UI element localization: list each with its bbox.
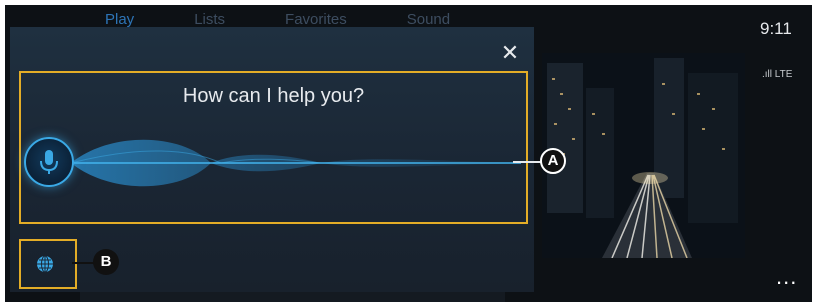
language-button[interactable] bbox=[35, 254, 55, 274]
voice-waveform bbox=[70, 139, 521, 187]
callout-badge-a: A bbox=[540, 148, 566, 174]
highlight-frame-a: How can I help you? bbox=[19, 71, 528, 224]
close-button[interactable]: ✕ bbox=[498, 41, 522, 65]
callout-line-b bbox=[72, 262, 94, 264]
signal-strength: .ıll LTE bbox=[762, 69, 792, 80]
highlight-frame-b bbox=[19, 239, 77, 289]
voice-assistant-panel: ✕ How can I help you? bbox=[10, 27, 534, 292]
callout-badge-b: B bbox=[93, 249, 119, 275]
signal-bars-icon: .ıll bbox=[762, 69, 772, 80]
more-options-button[interactable]: ... bbox=[776, 266, 797, 288]
microphone-icon bbox=[40, 150, 58, 174]
status-bar: 9:11 .ıll LTE bbox=[755, 5, 812, 105]
album-art-city-night bbox=[542, 53, 745, 258]
network-type: LTE bbox=[774, 69, 793, 80]
infotainment-screen: Play Lists Favorites Sound 9:11 .ıll LTE… bbox=[5, 5, 812, 302]
microphone-button[interactable] bbox=[24, 137, 74, 187]
globe-icon bbox=[37, 255, 53, 273]
callout-line-a bbox=[513, 161, 541, 163]
clock: 9:11 bbox=[760, 19, 792, 38]
